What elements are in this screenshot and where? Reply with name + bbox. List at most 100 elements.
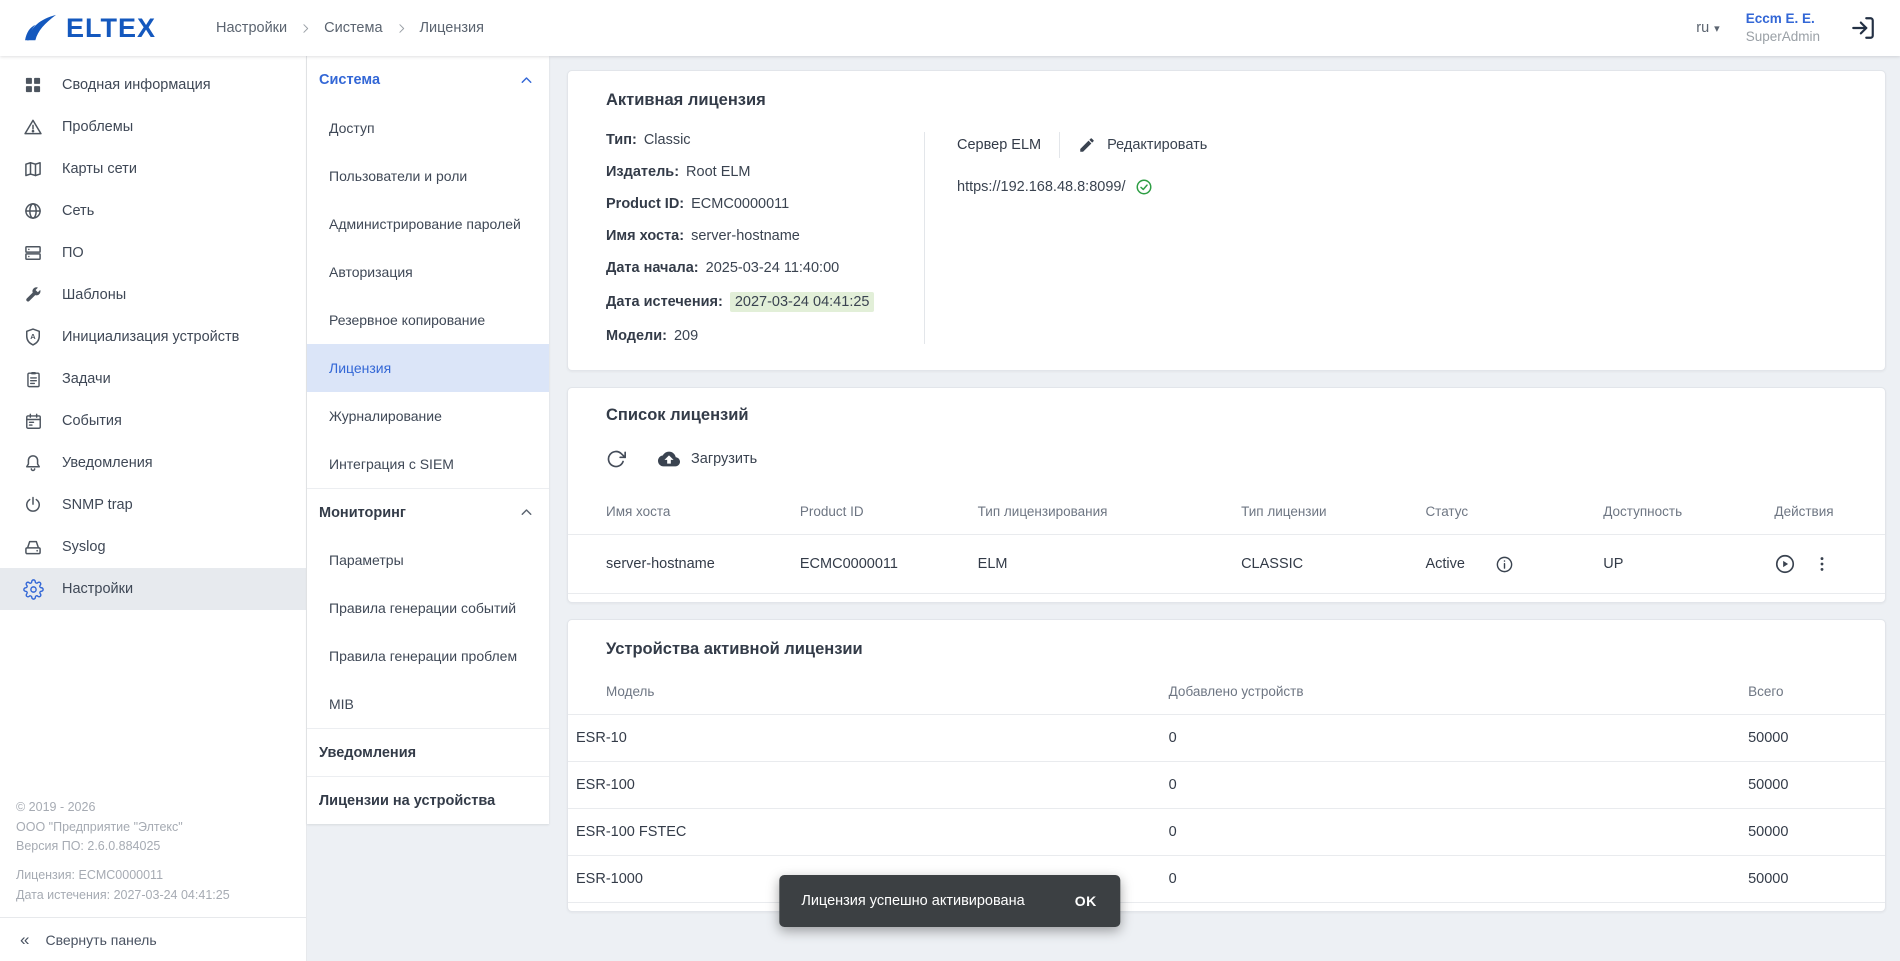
chevron-up-icon <box>518 72 535 89</box>
row-actions-menu-button[interactable] <box>1812 554 1832 574</box>
field-label: Тип: <box>606 132 637 148</box>
table-row[interactable]: ESR-100 FSTEC 0 50000 <box>568 809 1885 856</box>
submenu-item-label: Пользователи и роли <box>329 168 467 184</box>
collapse-panel-button[interactable]: « Свернуть панель <box>0 917 306 961</box>
language-selector[interactable]: ru ▾ <box>1696 20 1719 36</box>
vertical-divider <box>924 132 925 344</box>
col-license-type: Тип лицензии <box>1233 489 1417 535</box>
clipboard-icon <box>22 368 44 390</box>
sidebar-item-network-maps[interactable]: Карты сети <box>0 148 306 190</box>
sidebar-item-events[interactable]: События <box>0 400 306 442</box>
license-table-header: Имя хоста Product ID Тип лицензирования … <box>568 489 1885 535</box>
sidebar-item-syslog[interactable]: Syslog <box>0 526 306 568</box>
submenu-item-parameters[interactable]: Параметры <box>307 536 549 584</box>
submenu-item-label: MIB <box>329 696 354 712</box>
sidebar-item-summary[interactable]: Сводная информация <box>0 64 306 106</box>
elm-server-label: Сервер ELM <box>957 137 1041 153</box>
submenu-item-siem[interactable]: Интеграция с SIEM <box>307 440 549 488</box>
col-model: Модель <box>568 669 1161 715</box>
submenu-item-label: Лицензия <box>329 360 391 376</box>
settings-submenu-panel: Система Доступ Пользователи и роли Админ… <box>307 56 549 824</box>
cell-hostname: server-hostname <box>568 535 792 594</box>
edit-server-button[interactable]: Редактировать <box>1078 136 1207 154</box>
cell-total: 50000 <box>1740 856 1885 903</box>
edit-server-label: Редактировать <box>1107 137 1207 153</box>
globe-icon <box>22 200 44 222</box>
user-menu[interactable]: Eccm E. E. SuperAdmin <box>1746 10 1820 45</box>
sidebar-item-snmp-trap[interactable]: SNMP trap <box>0 484 306 526</box>
submenu-section-system[interactable]: Система <box>307 56 549 104</box>
upload-license-button[interactable]: Загрузить <box>648 440 767 478</box>
sidebar-item-templates[interactable]: Шаблоны <box>0 274 306 316</box>
map-icon <box>22 158 44 180</box>
field-value: Classic <box>644 132 691 148</box>
field-value: Root ELM <box>686 164 750 180</box>
submenu-item-password-admin[interactable]: Администрирование паролей <box>307 200 549 248</box>
app-root: ELTEX Настройки Система Лицензия ru ▾ Ec… <box>0 0 1900 961</box>
submenu-item-authorization[interactable]: Авторизация <box>307 248 549 296</box>
license-table: Имя хоста Product ID Тип лицензирования … <box>568 489 1885 594</box>
eltex-logo[interactable]: ELTEX <box>24 13 156 44</box>
active-license-title: Активная лицензия <box>606 91 1847 110</box>
submenu-section-device-licenses[interactable]: Лицензии на устройства <box>307 776 549 824</box>
sidebar-item-software[interactable]: ПО <box>0 232 306 274</box>
table-row[interactable]: ESR-1000 0 50000 <box>568 856 1885 903</box>
body-row: Сводная информация Проблемы Карты сети <box>0 56 1900 961</box>
bell-icon <box>22 452 44 474</box>
submenu-item-access[interactable]: Доступ <box>307 104 549 152</box>
breadcrumb-license[interactable]: Лицензия <box>420 20 484 36</box>
chevron-down-icon: ▾ <box>1714 22 1720 35</box>
sidebar-item-settings[interactable]: Настройки <box>0 568 306 610</box>
collapse-icon: « <box>20 930 29 950</box>
sidebar-item-label: ПО <box>62 245 84 261</box>
sidebar-item-tasks[interactable]: Задачи <box>0 358 306 400</box>
cell-product-id: ECMC0000011 <box>792 535 970 594</box>
license-devices-card: Устройства активной лицензии Модель Доба… <box>567 619 1886 912</box>
submenu-item-label: Резервное копирование <box>329 312 485 328</box>
activate-license-button[interactable] <box>1774 553 1796 575</box>
breadcrumb-settings[interactable]: Настройки <box>216 20 287 36</box>
sidebar-item-label: Уведомления <box>62 455 153 471</box>
submenu-item-label: Авторизация <box>329 264 413 280</box>
power-icon <box>22 494 44 516</box>
chevron-right-icon <box>395 22 408 35</box>
gear-icon <box>22 578 44 600</box>
kebab-menu-icon <box>1812 554 1832 574</box>
eltex-logo-icon <box>24 13 58 43</box>
sidebar-item-device-init[interactable]: A Инициализация устройств <box>0 316 306 358</box>
cell-model: ESR-100 <box>568 762 1161 809</box>
cell-added: 0 <box>1161 715 1740 762</box>
table-row[interactable]: ESR-10 0 50000 <box>568 715 1885 762</box>
table-row[interactable]: server-hostname ECMC0000011 ELM CLASSIC … <box>568 535 1885 594</box>
breadcrumb-system[interactable]: Система <box>324 20 382 36</box>
field-label: Модели: <box>606 328 667 344</box>
toast-ok-button[interactable]: OK <box>1059 883 1113 919</box>
submenu-section-notifications[interactable]: Уведомления <box>307 728 549 776</box>
submenu-section-monitoring[interactable]: Мониторинг <box>307 488 549 536</box>
sidebar-item-label: Сводная информация <box>62 77 211 93</box>
license-list-title: Список лицензий <box>568 406 1885 425</box>
submenu-item-logging[interactable]: Журналирование <box>307 392 549 440</box>
field-label: Имя хоста: <box>606 228 684 244</box>
sidebar-item-notifications[interactable]: Уведомления <box>0 442 306 484</box>
submenu-item-mib[interactable]: MIB <box>307 680 549 728</box>
sidebar-item-problems[interactable]: Проблемы <box>0 106 306 148</box>
table-row[interactable]: ESR-100 0 50000 <box>568 762 1885 809</box>
submenu-item-license[interactable]: Лицензия <box>307 344 549 392</box>
submenu-item-backup[interactable]: Резервное копирование <box>307 296 549 344</box>
submenu-item-users-roles[interactable]: Пользователи и роли <box>307 152 549 200</box>
license-field-expiry-date: Дата истечения: 2027-03-24 04:41:25 <box>606 292 916 312</box>
software-icon <box>22 242 44 264</box>
cell-added: 0 <box>1161 809 1740 856</box>
submenu-section-label: Лицензии на устройства <box>319 793 495 809</box>
info-icon[interactable] <box>1495 555 1514 574</box>
refresh-button[interactable] <box>596 439 636 479</box>
sidebar-item-label: Шаблоны <box>62 287 126 303</box>
devices-table: Модель Добавлено устройств Всего ESR-10 … <box>568 669 1885 903</box>
field-value: 2025-03-24 11:40:00 <box>706 260 840 276</box>
dashboard-icon <box>22 74 44 96</box>
submenu-item-event-rules[interactable]: Правила генерации событий <box>307 584 549 632</box>
sidebar-item-network[interactable]: Сеть <box>0 190 306 232</box>
submenu-item-problem-rules[interactable]: Правила генерации проблем <box>307 632 549 680</box>
logout-button[interactable] <box>1850 15 1876 41</box>
